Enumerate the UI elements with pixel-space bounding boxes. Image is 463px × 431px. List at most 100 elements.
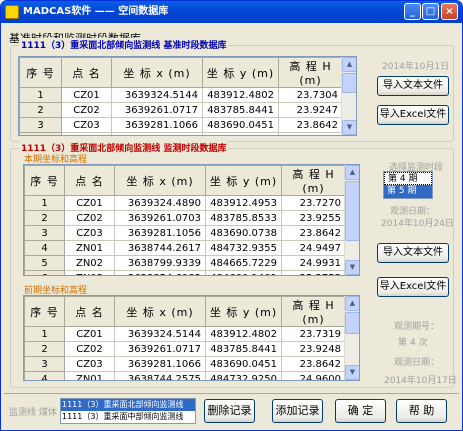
table-cell[interactable]: 23.8642	[281, 356, 346, 372]
column-header[interactable]: 序 号	[24, 165, 65, 196]
table-cell[interactable]: 23.7270	[281, 195, 346, 211]
previous-table[interactable]: 序 号点 名坐 标 x (m) 坐 标 y (m) 高 程 H (m) 1 CZ01 36…	[23, 295, 360, 381]
table-cell[interactable]: 3638854.6982	[114, 270, 206, 275]
table-cell[interactable]: 3638744.2575	[111, 132, 203, 135]
table-cell[interactable]: CZ01	[64, 326, 115, 342]
minimize-button[interactable]: _	[404, 3, 421, 20]
table-cell[interactable]: 24.9497	[281, 240, 346, 256]
current-scrollbar[interactable]: ▲ ▼	[344, 165, 359, 275]
table-cell[interactable]: 484732.9250	[205, 371, 282, 380]
table-row[interactable]: 3 CZ03 3639281.1056 483690.0738 23.8642	[24, 225, 346, 241]
monitor-import-excel-button[interactable]: 导入Excel文件	[377, 277, 449, 297]
table-row[interactable]: 2 CZ02 3639261.0717 483785.8441 23.9247	[19, 102, 343, 118]
table-cell[interactable]: CZ03	[64, 225, 115, 241]
table-row[interactable]: 4 ZN01 3638744.2617 484732.9355 24.9497	[24, 240, 346, 256]
table-cell[interactable]: 23.8642	[278, 117, 343, 133]
table-cell[interactable]: 3639324.5144	[114, 326, 206, 342]
column-header[interactable]: 序 号	[19, 57, 62, 88]
table-cell[interactable]: 483785.8441	[205, 341, 282, 357]
table-cell[interactable]: 23.7319	[281, 326, 346, 342]
table-cell[interactable]: 23.9247	[278, 102, 343, 118]
table-cell[interactable]: 1	[24, 195, 65, 211]
add-record-button[interactable]: 添加记录	[272, 399, 323, 423]
table-cell[interactable]: 3639281.1056	[114, 225, 206, 241]
table-cell[interactable]: ZN01	[61, 132, 112, 135]
table-cell[interactable]: 3639324.5144	[111, 87, 203, 103]
table-cell[interactable]: 5	[24, 255, 65, 271]
table-cell[interactable]: ZN01	[64, 371, 115, 380]
table-row[interactable]: 4ZN013638744.2575484732.925024.9717	[19, 132, 343, 135]
column-header[interactable]: 坐 标 x (m)	[111, 57, 203, 88]
table-cell[interactable]: 2	[24, 210, 65, 226]
table-cell[interactable]: CZ02	[64, 341, 115, 357]
scroll-down-icon[interactable]: ▼	[345, 365, 359, 380]
table-cell[interactable]: 3639261.0703	[114, 210, 206, 226]
scroll-down-icon[interactable]: ▼	[345, 260, 359, 275]
table-cell[interactable]: 1	[19, 87, 62, 103]
table-row[interactable]: 3 CZ03 3639281.1066 483690.0451 23.8642	[24, 356, 346, 372]
table-cell[interactable]: 3638744.2617	[114, 240, 206, 256]
title-bar[interactable]: MADCAS软件 —— 空间数据库 _ □ ×	[1, 1, 462, 23]
table-row[interactable]: 2 CZ02 3639261.0703 483785.8533 23.9255	[24, 210, 346, 226]
table-cell[interactable]: 24.9600	[281, 371, 346, 380]
scroll-thumb[interactable]	[345, 181, 359, 241]
column-header[interactable]: 坐 标 y (m)	[202, 57, 279, 88]
column-header[interactable]: 点 名	[64, 165, 115, 196]
table-cell[interactable]: 483912.4802	[205, 326, 282, 342]
table-cell[interactable]: 1	[24, 326, 65, 342]
table-cell[interactable]: ZN02	[64, 255, 115, 271]
table-cell[interactable]: ZN03	[64, 270, 115, 275]
table-row[interactable]: 2 CZ02 3639261.0717 483785.8441 23.9248	[24, 341, 346, 357]
column-header[interactable]: 坐 标 x (m)	[114, 165, 206, 196]
baseline-table[interactable]: 序 号点 名坐 标 x (m) 坐 标 y (m) 高 程 H (m) 1 CZ01 36…	[18, 56, 357, 136]
table-cell[interactable]: 24.9717	[278, 132, 343, 135]
scroll-up-icon[interactable]: ▲	[345, 296, 359, 311]
table-cell[interactable]: 23.9255	[281, 210, 346, 226]
table-cell[interactable]: 484732.9355	[205, 240, 282, 256]
baseline-import-text-button[interactable]: 导入文本文件	[377, 76, 449, 96]
table-cell[interactable]: 483912.4953	[205, 195, 282, 211]
table-cell[interactable]: 484732.9250	[202, 132, 279, 135]
table-cell[interactable]: 2	[24, 341, 65, 357]
table-cell[interactable]: 483690.0451	[205, 356, 282, 372]
table-cell[interactable]: 2	[19, 102, 62, 118]
column-header[interactable]: 点 名	[64, 296, 115, 327]
table-cell[interactable]: CZ01	[64, 195, 115, 211]
table-cell[interactable]: CZ02	[64, 210, 115, 226]
table-cell[interactable]: 3	[24, 356, 65, 372]
table-cell[interactable]: 4	[24, 240, 65, 256]
line-option-selected[interactable]: 1111（3）重采面北部倾向监测线	[61, 399, 195, 411]
table-cell[interactable]: 483690.0451	[202, 117, 279, 133]
column-header[interactable]: 坐 标 x (m)	[114, 296, 206, 327]
scroll-up-icon[interactable]: ▲	[342, 57, 356, 72]
monitor-import-text-button[interactable]: 导入文本文件	[377, 243, 449, 263]
column-header[interactable]: 高 程 H (m)	[281, 296, 346, 327]
table-cell[interactable]: 23.7304	[278, 87, 343, 103]
table-cell[interactable]: CZ02	[61, 102, 112, 118]
scroll-thumb[interactable]	[345, 312, 359, 334]
table-cell[interactable]: 25.2753	[281, 270, 346, 275]
table-cell[interactable]: 483785.8441	[202, 102, 279, 118]
previous-scrollbar[interactable]: ▲ ▼	[344, 296, 359, 380]
table-cell[interactable]: 3	[24, 225, 65, 241]
table-cell[interactable]: 483912.4802	[202, 87, 279, 103]
table-cell[interactable]: CZ03	[61, 117, 112, 133]
baseline-scrollbar[interactable]: ▲ ▼	[341, 57, 356, 135]
table-cell[interactable]: ZN01	[64, 240, 115, 256]
scroll-down-icon[interactable]: ▼	[342, 120, 356, 135]
table-row[interactable]: 1 CZ01 3639324.5144 483912.4802 23.7319	[24, 326, 346, 342]
table-cell[interactable]: 6	[24, 270, 65, 275]
period-option[interactable]: 第 4 期	[384, 172, 432, 185]
column-header[interactable]: 坐 标 y (m)	[205, 296, 282, 327]
ok-button[interactable]: 确 定	[335, 399, 386, 423]
table-cell[interactable]: 3	[19, 117, 62, 133]
delete-record-button[interactable]: 删除记录	[204, 399, 255, 423]
table-cell[interactable]: 3639261.0717	[111, 102, 203, 118]
table-cell[interactable]: 3639281.1066	[111, 117, 203, 133]
table-cell[interactable]: 24.9931	[281, 255, 346, 271]
column-header[interactable]: 序 号	[24, 296, 65, 327]
line-option[interactable]: 1111（3）重采面中部倾向监测线	[61, 411, 195, 423]
current-table[interactable]: 序 号点 名坐 标 x (m) 坐 标 y (m) 高 程 H (m) 1 CZ01 36…	[23, 164, 360, 276]
scroll-thumb[interactable]	[342, 73, 356, 93]
period-option-selected[interactable]: 第 5 期	[384, 185, 432, 198]
